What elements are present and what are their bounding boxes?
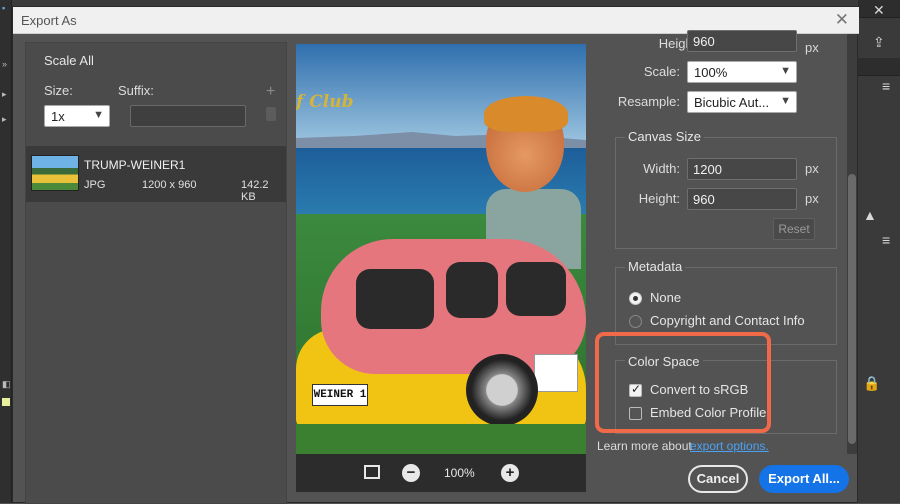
preview-person-hair (484, 96, 568, 132)
scale-select-value: 100% (694, 65, 728, 80)
image-height-unit: px (805, 40, 819, 55)
canvas-width-unit: px (805, 161, 819, 176)
right-panels: ✕ ⇪ ≡ ▲ ≡ 🔒 (858, 0, 900, 503)
dialog-title: Export As (21, 13, 77, 28)
cancel-button[interactable]: Cancel (688, 465, 748, 493)
preview-window (356, 269, 434, 329)
zoom-level: 100% (444, 466, 475, 480)
tool-icon[interactable]: ▸ (2, 115, 10, 124)
menu-icon[interactable]: ≡ (882, 78, 890, 94)
trash-icon[interactable] (266, 107, 276, 121)
asset-dimensions: 1200 x 960 (142, 179, 197, 191)
size-label: Size: (44, 83, 73, 98)
fit-to-frame-icon[interactable] (364, 465, 380, 479)
add-scale-icon[interactable]: + (266, 83, 275, 101)
collapse-icon[interactable]: » (2, 60, 10, 69)
chevron-down-icon: ▼ (780, 95, 791, 107)
color-space-highlight (595, 332, 771, 433)
scale-select[interactable]: 100% ▼ (687, 61, 797, 83)
canvas-height-field[interactable]: 960 (687, 188, 797, 210)
asset-row[interactable]: TRUMP-WEINER1 JPG 1200 x 960 142.2 KB (26, 146, 286, 203)
color-swatch-icon[interactable]: ◧ (2, 380, 11, 389)
learn-more-text: Learn more about (597, 439, 692, 453)
asset-name: TRUMP-WEINER1 (84, 158, 186, 172)
close-icon[interactable]: ✕ (835, 10, 849, 30)
preview-door-badge (534, 354, 578, 392)
chevron-down-icon: ▼ (780, 65, 791, 77)
tools-panel: ▪ » ▸ ▸ ◧ (0, 0, 12, 503)
close-icon[interactable]: ✕ (873, 2, 885, 19)
foreground-color-icon[interactable] (2, 398, 10, 406)
preview-license-plate: WEINER 1 (312, 384, 368, 406)
canvas-height-label: Height: (638, 191, 680, 206)
export-as-dialog: Export As ✕ Scale All Size: Suffix: + 1x… (12, 6, 859, 504)
menu-icon[interactable]: ≡ (882, 232, 890, 248)
size-select-value: 1x (51, 109, 65, 124)
image-preview: f Club WEINER 1 (296, 44, 586, 454)
scale-all-header: Scale All (44, 53, 94, 68)
chevron-down-icon: ▼ (93, 109, 104, 121)
canvas-size-title: Canvas Size (625, 129, 704, 144)
preview-wheel (466, 354, 538, 426)
canvas-width-field[interactable]: 1200 (687, 158, 797, 180)
metadata-none-radio[interactable] (629, 292, 642, 305)
lock-icon[interactable]: 🔒 (863, 375, 880, 392)
size-select[interactable]: 1x ▼ (44, 105, 110, 127)
zoom-out-icon[interactable]: − (402, 464, 420, 482)
panel-strip (858, 58, 900, 76)
triangle-icon[interactable]: ▲ (863, 207, 877, 223)
resample-select-value: Bicubic Aut... (694, 95, 770, 110)
metadata-copyright-radio[interactable] (629, 315, 642, 328)
metadata-none-label: None (650, 290, 682, 305)
settings-scrollbar[interactable] (847, 34, 857, 454)
move-tool-icon[interactable]: ▪ (2, 4, 10, 13)
asset-filesize: 142.2 KB (241, 179, 269, 203)
asset-thumbnail (31, 155, 79, 191)
export-options-link[interactable]: export options. (690, 439, 769, 453)
suffix-input[interactable] (130, 105, 246, 127)
suffix-label: Suffix: (118, 83, 154, 98)
preview-club-text: f Club (296, 92, 354, 112)
preview-grass (296, 424, 586, 454)
metadata-copyright-label: Copyright and Contact Info (650, 313, 805, 328)
asset-format: JPG (84, 179, 106, 191)
resample-select[interactable]: Bicubic Aut... ▼ (687, 91, 797, 113)
share-icon[interactable]: ⇪ (873, 34, 885, 51)
preview-toolbar: − 100% + (296, 454, 586, 492)
canvas-width-label: Width: (643, 161, 680, 176)
resample-label: Resample: (617, 94, 680, 109)
canvas-height-unit: px (805, 191, 819, 206)
scale-label: Scale: (643, 64, 680, 79)
preview-window (506, 262, 566, 316)
export-all-button[interactable]: Export All... (759, 465, 849, 493)
scrollbar-thumb[interactable] (848, 174, 856, 444)
assets-panel: Scale All Size: Suffix: + 1x ▼ TRUMP-WEI… (25, 42, 287, 504)
zoom-in-icon[interactable]: + (501, 464, 519, 482)
tool-icon[interactable]: ▸ (2, 90, 10, 99)
preview-window (446, 262, 498, 318)
image-height-field[interactable]: 960 (687, 30, 797, 52)
reset-button[interactable]: Reset (773, 218, 815, 240)
metadata-title: Metadata (625, 259, 686, 274)
